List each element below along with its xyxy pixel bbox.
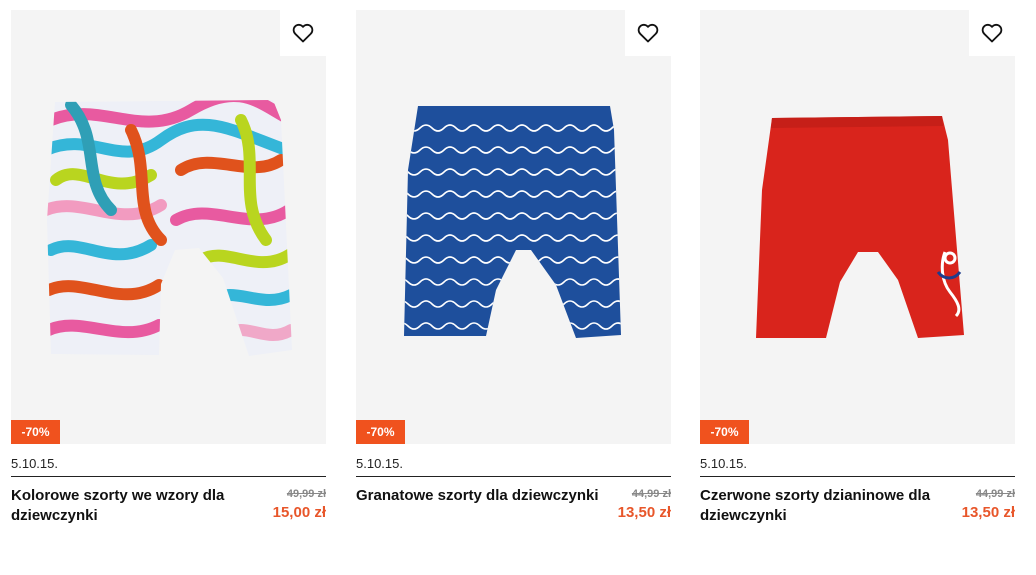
add-to-wishlist-button[interactable] xyxy=(969,10,1015,56)
brand-label: 5.10.15. xyxy=(11,456,326,477)
product-image-red-shorts[interactable] xyxy=(700,10,1015,444)
old-price: 44,99 zł xyxy=(631,488,671,500)
add-to-wishlist-button[interactable] xyxy=(625,10,671,56)
add-to-wishlist-button[interactable] xyxy=(280,10,326,56)
old-price: 44,99 zł xyxy=(975,488,1015,500)
discount-badge: -70% xyxy=(700,420,749,444)
product-card[interactable]: -70% 5.10.15. Czerwone szorty dzianinowe… xyxy=(700,10,1015,526)
product-name-link[interactable]: Czerwone szorty dzianinowe dla dziewczyn… xyxy=(700,486,945,526)
product-name-link[interactable]: Granatowe szorty dla dziewczynki xyxy=(356,486,601,523)
price-block: 49,99 zł 15,00 zł xyxy=(273,486,326,526)
brand-label: 5.10.15. xyxy=(356,456,671,477)
product-image-area[interactable]: -70% xyxy=(700,10,1015,444)
brand-label: 5.10.15. xyxy=(700,456,1015,477)
heart-icon xyxy=(292,23,314,43)
old-price: 49,99 zł xyxy=(286,488,326,500)
sale-price: 13,50 zł xyxy=(617,504,671,521)
price-block: 44,99 zł 13,50 zł xyxy=(962,486,1015,526)
product-image-multicolor-shorts[interactable] xyxy=(11,10,326,444)
product-card[interactable]: -70% 5.10.15. Granatowe szorty dla dziew… xyxy=(356,10,671,523)
product-name-link[interactable]: Kolorowe szorty we wzory dla dziewczynki xyxy=(11,486,256,526)
product-card[interactable]: -70% 5.10.15. Kolorowe szorty we wzory d… xyxy=(11,10,326,526)
product-image-area[interactable]: -70% xyxy=(356,10,671,444)
product-image-navy-shorts[interactable] xyxy=(356,10,671,444)
discount-badge: -70% xyxy=(356,420,405,444)
sale-price: 15,00 zł xyxy=(272,504,326,521)
product-image-area[interactable]: -70% xyxy=(11,10,326,444)
discount-badge: -70% xyxy=(11,420,60,444)
sale-price: 13,50 zł xyxy=(961,504,1015,521)
heart-icon xyxy=(981,23,1003,43)
price-block: 44,99 zł 13,50 zł xyxy=(618,486,671,523)
heart-icon xyxy=(637,23,659,43)
